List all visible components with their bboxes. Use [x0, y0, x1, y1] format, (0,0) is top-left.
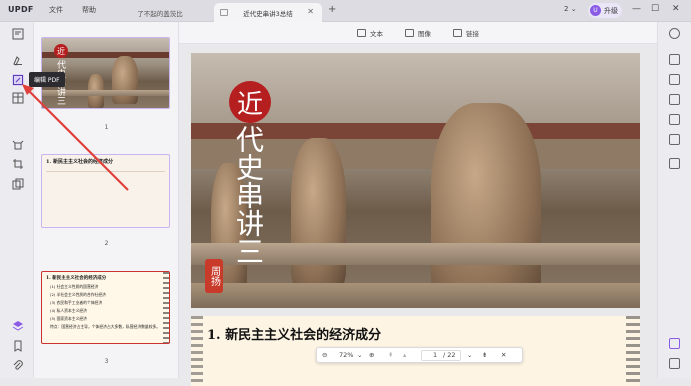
prev-page-icon[interactable]: ▴	[403, 351, 406, 359]
ocr-icon[interactable]	[669, 54, 680, 65]
page-organize-icon[interactable]	[12, 92, 24, 104]
add-image-button[interactable]: 图像	[405, 28, 431, 38]
edit-pdf-icon[interactable]	[12, 74, 24, 86]
copy-pages-icon[interactable]	[12, 178, 24, 190]
right-toolbar	[657, 22, 691, 378]
add-text-button[interactable]: 文本	[357, 28, 383, 38]
add-link-button[interactable]: 链接	[453, 28, 479, 38]
edit-toolbar: 文本 图像 链接	[179, 22, 657, 44]
page-number: 1	[104, 124, 109, 131]
add-tab-icon[interactable]: +	[328, 4, 336, 15]
close-window-icon[interactable]: ✕	[672, 4, 680, 14]
reader-mode-icon[interactable]	[12, 28, 24, 40]
thumb-heading: 1. 新民主主义社会的经济成分	[46, 276, 107, 281]
page-input[interactable]: 1	[433, 351, 437, 359]
app-logo: UPDF	[8, 5, 34, 14]
last-page-icon[interactable]: ⇟	[482, 351, 487, 359]
tab-history-summary[interactable]: 近代史串讲3总结 ✕	[214, 3, 322, 22]
cover-seal: 近	[54, 44, 68, 58]
page-heading: 1. 新民主主义社会的经济成分	[207, 328, 382, 343]
bookmark-icon[interactable]	[12, 340, 24, 352]
text-icon	[357, 29, 366, 37]
close-zoombar-icon[interactable]: ✕	[501, 351, 506, 359]
search-icon[interactable]	[669, 28, 680, 39]
minimize-icon[interactable]: —	[632, 4, 641, 14]
page-total: / 22	[443, 351, 456, 359]
stamp-tool-icon[interactable]	[12, 140, 24, 152]
thumb-line: 特点：国营经济占主导，个体经济占大多数，私营经济数量较多。	[50, 324, 161, 329]
ink-decoration	[163, 272, 169, 343]
crop-tool-icon[interactable]	[12, 158, 24, 170]
chat-icon[interactable]	[669, 358, 680, 369]
share-icon[interactable]	[669, 114, 680, 125]
zoom-out-icon[interactable]: ⊖	[322, 351, 327, 359]
document-icon	[220, 9, 228, 16]
email-icon[interactable]	[669, 134, 680, 145]
page-1[interactable]: 近 代史串讲三 周扬	[191, 53, 640, 308]
document-viewer: 文本 图像 链接 近 代史串讲三 周扬 1. 新民主主义社会的经济成分 ⊖ 72…	[179, 22, 657, 386]
close-tab-icon[interactable]: ✕	[307, 7, 314, 16]
tab-label: 近代史串讲3总结	[243, 9, 293, 18]
divider	[46, 171, 165, 172]
thumb-line: (5) 国家资本主义经济	[50, 316, 87, 321]
menu-help[interactable]: 帮助	[82, 5, 96, 15]
first-page-icon[interactable]: ⇞	[388, 351, 393, 359]
convert-icon[interactable]	[669, 74, 680, 85]
window-count[interactable]: 2 ⌄	[564, 5, 577, 13]
tab-label: 了不起的盖茨比	[137, 9, 183, 18]
zoom-in-icon[interactable]: ⊕	[369, 351, 374, 359]
thumb-line: (3) 农民和手工业者的个体经济	[50, 300, 103, 305]
author-stamp: 周扬	[205, 259, 223, 293]
title-bar: UPDF 文件 帮助 了不起的盖茨比 近代史串讲3总结 ✕ + 2 ⌄ U 升级…	[0, 0, 691, 22]
upgrade-button[interactable]: U 升级	[588, 3, 622, 18]
thumbnail-page-3[interactable]: 1. 新民主主义社会的经济成分 (1) 社会主义性质的国营经济 (2) 半社会主…	[41, 271, 170, 344]
save-icon[interactable]	[669, 158, 680, 169]
thumb-heading: 1. 新民主主义社会的经济成分	[46, 159, 113, 165]
image-icon	[405, 29, 414, 37]
maximize-icon[interactable]: ☐	[651, 4, 659, 14]
link-icon	[453, 29, 462, 37]
ai-assistant-icon[interactable]	[669, 338, 680, 349]
protect-icon[interactable]	[669, 94, 680, 105]
cover-title: 代史串讲三	[232, 125, 265, 265]
attachment-icon[interactable]	[12, 360, 24, 372]
thumb-line: (4) 私人资本主义经济	[50, 308, 87, 313]
upgrade-label: 升级	[604, 6, 618, 15]
layers-icon[interactable]	[12, 320, 24, 332]
thumb-line: (1) 社会主义性质的国营经济	[50, 284, 99, 289]
page-number: 2	[104, 240, 109, 247]
ink-decoration	[191, 316, 203, 386]
zoom-dropdown-icon[interactable]: ⌄	[357, 351, 362, 359]
next-page-icon[interactable]: ⌄	[467, 351, 472, 359]
menu-file[interactable]: 文件	[49, 5, 63, 15]
thumbnail-page-2[interactable]: 1. 新民主主义社会的经济成分	[41, 154, 170, 228]
edit-pdf-tooltip: 编辑 PDF	[29, 72, 65, 87]
cover-seal: 近	[229, 81, 271, 123]
page-number: 3	[104, 358, 109, 365]
zoom-bar: ⊖ 72% ⌄ ⊕ ⇞ ▴ 1 / 22 ⌄ ⇟ ✕	[316, 347, 523, 363]
avatar: U	[590, 5, 601, 16]
zoom-level[interactable]: 72%	[339, 351, 353, 359]
thumb-line: (2) 半社会主义性质的合作社经济	[50, 292, 106, 297]
ink-decoration	[626, 316, 640, 386]
comment-tool-icon[interactable]	[12, 54, 24, 66]
tab-gatsby[interactable]: 了不起的盖茨比	[110, 3, 210, 22]
